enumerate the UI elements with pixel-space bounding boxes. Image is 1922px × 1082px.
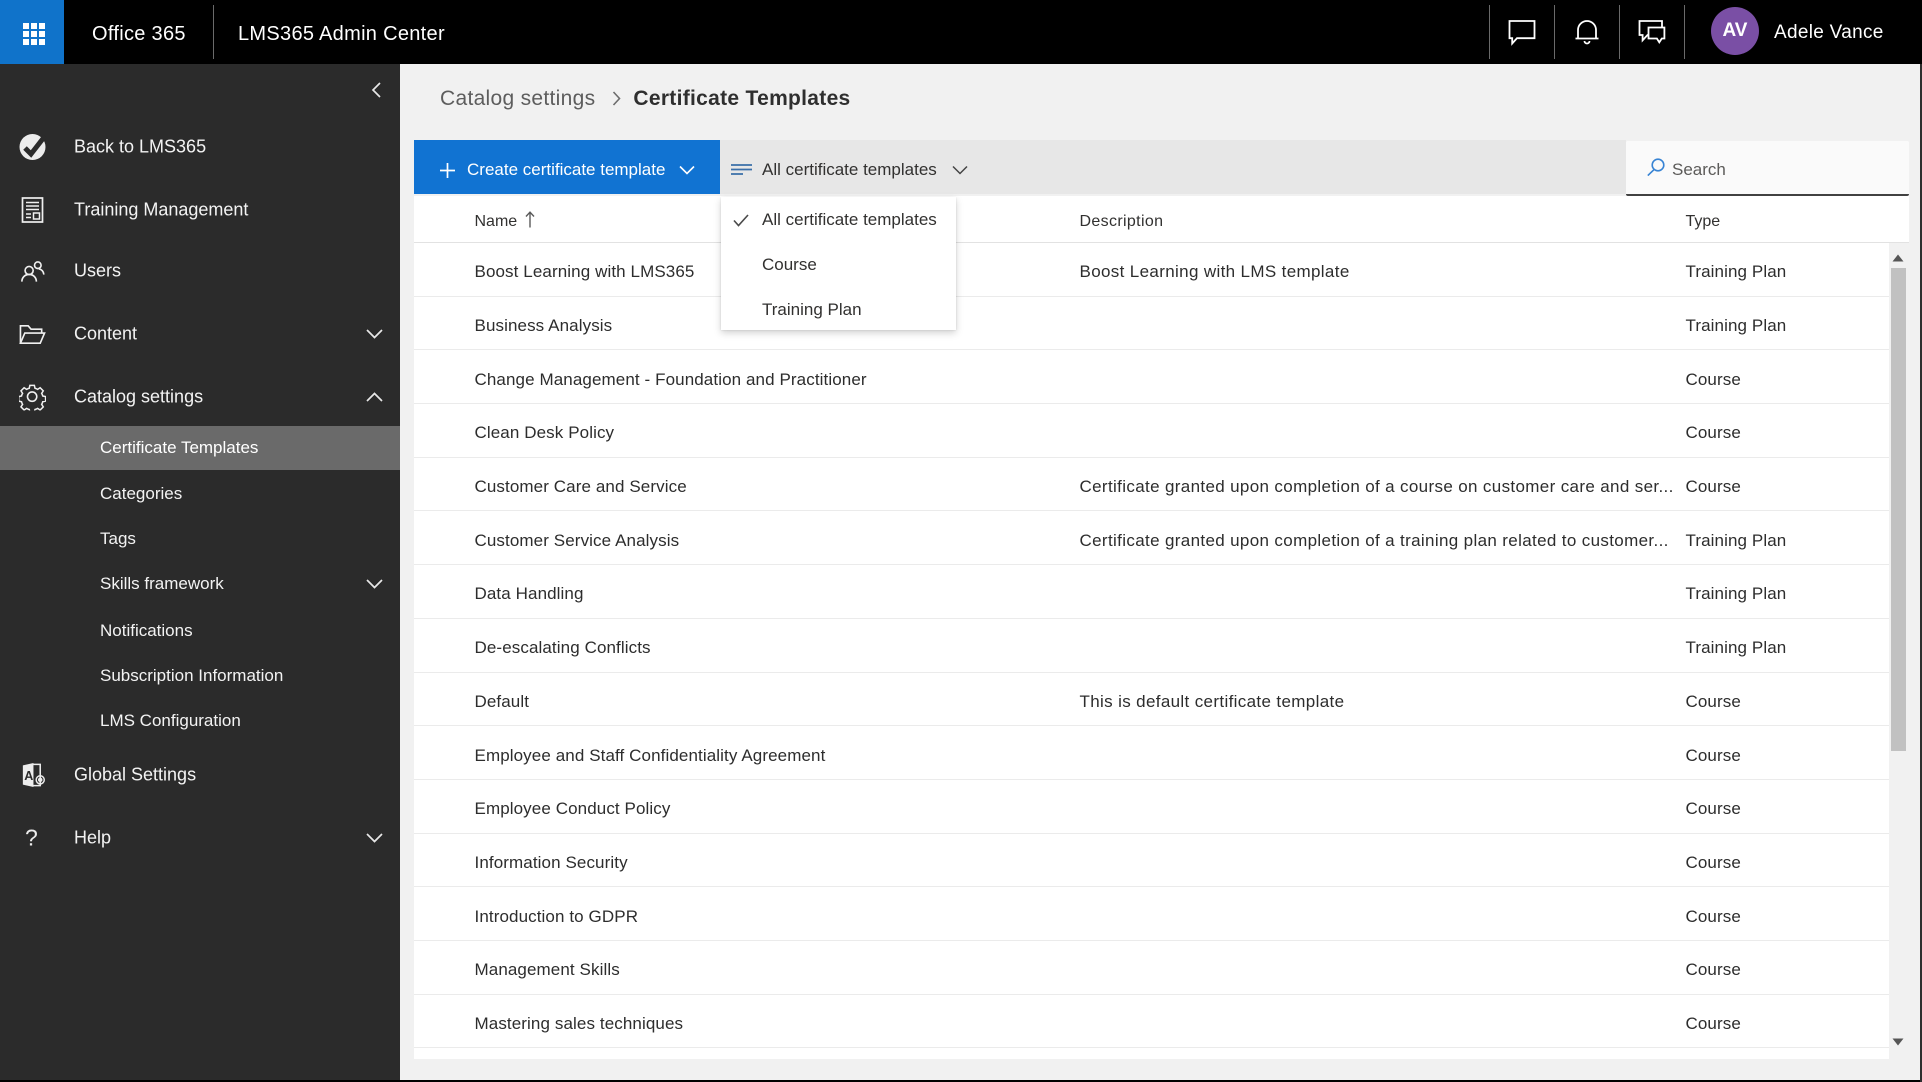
svg-text:A: A bbox=[24, 769, 33, 783]
